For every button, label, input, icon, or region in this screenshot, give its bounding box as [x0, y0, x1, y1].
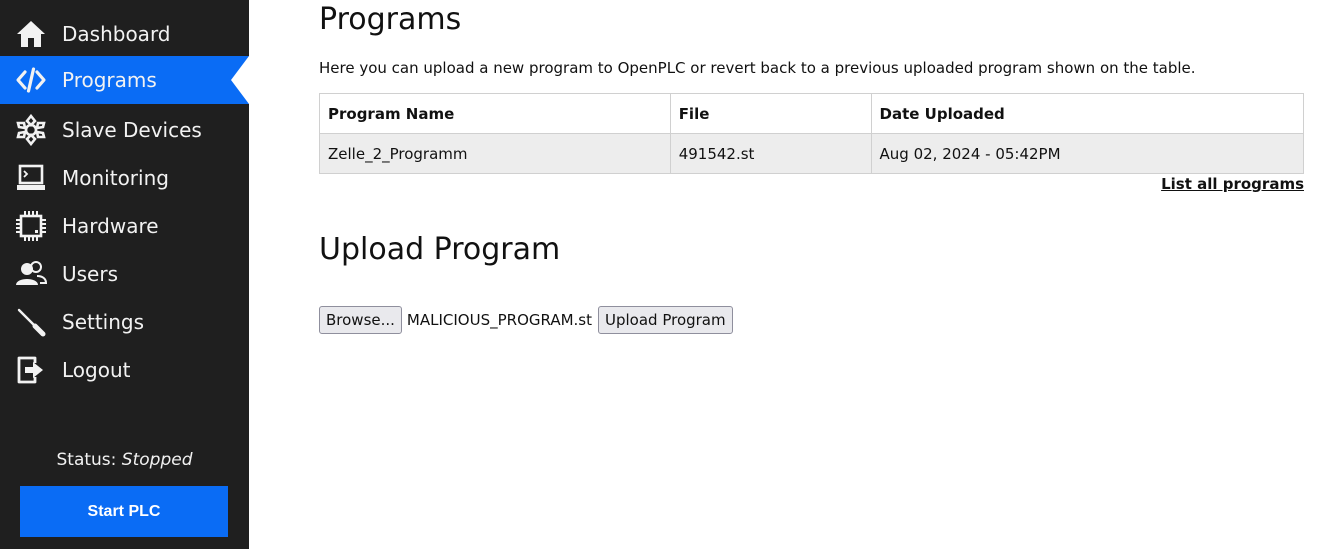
sidebar-item-label: Hardware [62, 214, 159, 238]
column-header-date-uploaded: Date Uploaded [870, 93, 1305, 134]
programs-table: Program Name File Date Uploaded Zelle_2_… [319, 93, 1305, 174]
sidebar-item-dashboard[interactable]: Dashboard [0, 10, 249, 58]
table-header-row: Program Name File Date Uploaded [319, 93, 1305, 134]
selected-file-name: MALICIOUS_PROGRAM.st [406, 311, 592, 329]
upload-form: Browse... MALICIOUS_PROGRAM.st Upload Pr… [319, 306, 733, 334]
sidebar-item-logout[interactable]: Logout [0, 346, 249, 394]
program-name-cell: Zelle_2_Programm [319, 133, 671, 174]
home-icon [14, 17, 48, 51]
column-header-program-name: Program Name [319, 93, 671, 134]
upload-program-button[interactable]: Upload Program [598, 306, 733, 334]
plc-status: Status: Stopped [0, 450, 249, 470]
file-cell: 491542.st [669, 133, 872, 174]
start-plc-button[interactable]: Start PLC [20, 486, 228, 537]
sidebar-item-label: Users [62, 262, 119, 286]
network-icon [14, 113, 48, 147]
sidebar-item-monitoring[interactable]: Monitoring [0, 154, 249, 202]
sidebar-item-programs[interactable]: Programs [0, 56, 249, 104]
sidebar-item-settings[interactable]: Settings [0, 298, 249, 346]
sidebar-item-slave-devices[interactable]: Slave Devices [0, 106, 249, 154]
sidebar-item-label: Monitoring [62, 166, 169, 190]
users-icon [14, 257, 48, 291]
page-title: Programs [319, 2, 462, 37]
sidebar-item-hardware[interactable]: Hardware [0, 202, 249, 250]
sidebar-item-label: Dashboard [62, 22, 171, 46]
logout-icon [14, 353, 48, 387]
code-icon [14, 63, 48, 97]
sidebar-item-label: Programs [62, 68, 157, 92]
sidebar-item-users[interactable]: Users [0, 250, 249, 298]
upload-section-title: Upload Program [319, 232, 561, 267]
browse-button[interactable]: Browse... [319, 306, 402, 334]
sidebar-item-label: Logout [62, 358, 131, 382]
sidebar-item-label: Slave Devices [62, 118, 202, 142]
table-row[interactable]: Zelle_2_Programm 491542.st Aug 02, 2024 … [319, 133, 1305, 174]
list-all-programs-link[interactable]: List all programs [1161, 175, 1304, 193]
column-header-file: File [669, 93, 872, 134]
page-description: Here you can upload a new program to Ope… [319, 59, 1196, 77]
active-indicator [231, 56, 249, 104]
sidebar-item-label: Settings [62, 310, 145, 334]
status-value: Stopped [121, 450, 193, 470]
wrench-icon [14, 305, 48, 339]
status-label: Status: [56, 450, 117, 470]
chip-icon [14, 209, 48, 243]
sidebar: Dashboard Programs Slave Devices Monitor… [0, 0, 249, 549]
date-uploaded-cell: Aug 02, 2024 - 05:42PM [870, 133, 1305, 174]
monitor-icon [14, 161, 48, 195]
